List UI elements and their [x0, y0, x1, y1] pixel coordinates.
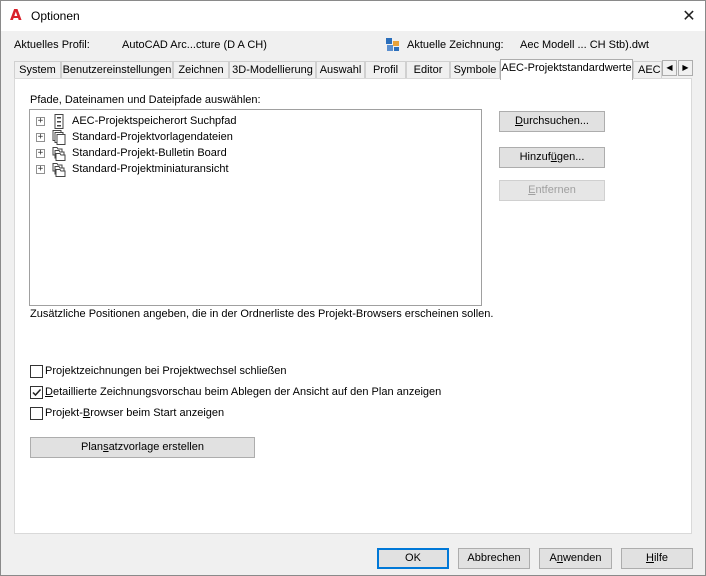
tab-3d-modellierung[interactable]: 3D-Modellierung [229, 61, 316, 79]
checkbox-label: Detaillierte Zeichnungsvorschau beim Abl… [45, 386, 442, 398]
tab-zeichnen[interactable]: Zeichnen [173, 61, 229, 79]
stacked-pages-icon [52, 130, 66, 145]
tab-aec-projektstandardwerte[interactable]: AEC-Projektstandardwerte [500, 59, 633, 80]
checkbox-box[interactable] [30, 386, 43, 399]
tab-aec[interactable]: AEC [633, 61, 662, 79]
window-title: Optionen [31, 9, 80, 23]
checkbox-label: Projektzeichnungen bei Projektwechsel sc… [45, 365, 287, 377]
checkbox-box[interactable] [30, 365, 43, 378]
help-button[interactable]: Hilfe [621, 548, 693, 569]
apply-button[interactable]: Anwenden [539, 548, 612, 569]
options-dialog: A Optionen ✕ Aktuelles Profil: AutoCAD A… [0, 0, 706, 576]
path-description: Zusätzliche Positionen angeben, die in d… [29, 305, 493, 325]
tab-auswahl[interactable]: Auswahl [316, 61, 365, 79]
tab-profil[interactable]: Profil [365, 61, 406, 79]
checkbox-label: Projekt-Browser beim Start anzeigen [45, 407, 225, 419]
checkbox-box[interactable] [30, 407, 43, 420]
tree-item-label: Standard-Projektvorlagendateien [72, 131, 233, 143]
close-button[interactable]: ✕ [673, 1, 705, 31]
cancel-button[interactable]: Abbrechen [458, 548, 530, 569]
current-profile-label: Aktuelles Profil: [14, 39, 90, 51]
tab-system[interactable]: System [14, 61, 61, 79]
cabinet-icon [54, 114, 64, 129]
autocad-a-icon: A [10, 6, 22, 24]
expand-icon[interactable]: + [36, 117, 45, 126]
current-profile-value: AutoCAD Arc...cture (D A CH) [122, 39, 267, 51]
expand-icon[interactable]: + [36, 149, 45, 158]
current-drawing-label: Aktuelle Zeichnung: [407, 39, 504, 51]
checkmark-icon [32, 388, 42, 397]
browse-button[interactable]: Durchsuchen... [499, 111, 605, 132]
tree-item-label: Standard-Projektminiaturansicht [72, 163, 229, 175]
add-button[interactable]: Hinzufügen... [499, 147, 605, 168]
tab-scroll-right-button[interactable]: ▶ [678, 60, 693, 76]
tab-symbole[interactable]: Symbole [450, 61, 500, 79]
tab-editor[interactable]: Editor [406, 61, 450, 79]
title-bar: A Optionen ✕ [1, 1, 705, 31]
tree-item-label: Standard-Projekt-Bulletin Board [72, 147, 227, 159]
current-drawing-value: Aec Modell ... CH Stb).dwt [520, 39, 649, 51]
paths-section-label: Pfade, Dateinamen und Dateipfade auswähl… [30, 94, 261, 106]
remove-button[interactable]: Entfernen [499, 180, 605, 201]
expand-icon[interactable]: + [36, 133, 45, 142]
stacked-folders-icon [52, 163, 66, 177]
tab-benutzereinstellungen[interactable]: Benutzereinstellungen [61, 61, 173, 79]
tab-strip: System Benutzereinstellungen Zeichnen 3D… [14, 59, 694, 80]
stacked-folders-icon [52, 147, 66, 161]
tree-item-label: AEC-Projektspeicherort Suchpfad [72, 115, 237, 127]
drawing-file-icon [386, 38, 399, 51]
expand-icon[interactable]: + [36, 165, 45, 174]
aec-project-defaults-panel: Pfade, Dateinamen und Dateipfade auswähl… [14, 78, 692, 534]
profile-row: Aktuelles Profil: AutoCAD Arc...cture (D… [1, 37, 705, 55]
ok-button[interactable]: OK [377, 548, 449, 569]
paths-tree[interactable]: + AEC-Projektspeicherort Suchpfad + Stan… [29, 109, 482, 305]
tab-scroll-left-button[interactable]: ◀ [662, 60, 677, 76]
create-sheet-set-template-button[interactable]: Plansatzvorlage erstellen [30, 437, 255, 458]
